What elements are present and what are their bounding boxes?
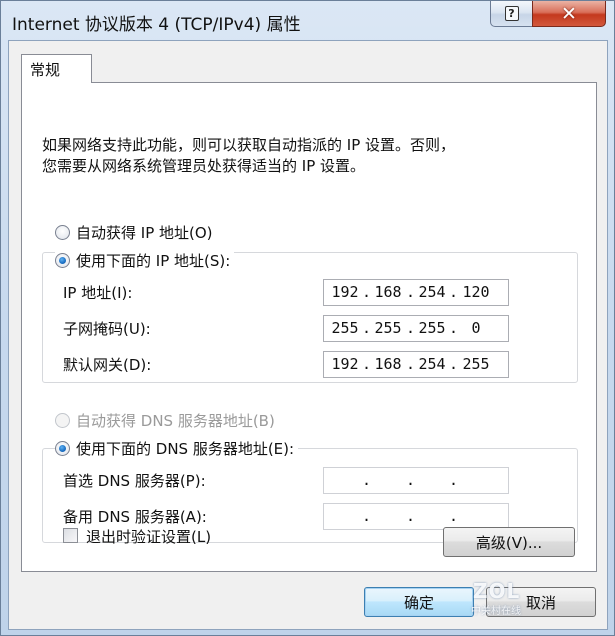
dialog-client-area: 常规 如果网络支持此功能，则可以获取自动指派的 IP 设置。否则， 您需要从网络…	[8, 40, 608, 630]
advanced-button[interactable]: 高级(V)...	[443, 527, 575, 557]
ip-dot: .	[406, 471, 416, 489]
manual-ip-radio-label: 使用下面的 IP 地址(S):	[76, 252, 231, 270]
ok-button[interactable]: 确定	[364, 587, 474, 617]
default-gateway-label: 默认网关(D):	[63, 356, 152, 374]
alternate-dns-label: 备用 DNS 服务器(A):	[63, 508, 207, 526]
ip-octet: 255	[331, 319, 359, 337]
ip-address-input[interactable]: 192 . 168 . 254 . 120	[323, 279, 509, 306]
ip-octet: 254	[418, 355, 446, 373]
manual-ip-radio[interactable]: 使用下面的 IP 地址(S):	[55, 250, 235, 271]
radio-selected-icon	[55, 253, 70, 268]
radio-circle-icon	[55, 225, 70, 240]
description-text: 如果网络支持此功能，则可以获取自动指派的 IP 设置。否则， 您需要从网络系统管…	[42, 135, 455, 177]
ip-dot: .	[449, 319, 459, 337]
ip-dot: .	[362, 507, 372, 525]
ip-octet: 120	[462, 283, 490, 301]
ip-octet: 0	[471, 319, 481, 337]
auto-ip-radio[interactable]: 自动获得 IP 地址(O)	[55, 222, 217, 243]
ip-octet: 255	[462, 355, 490, 373]
auto-dns-radio-label: 自动获得 DNS 服务器地址(B)	[76, 412, 275, 430]
validate-settings-label[interactable]: 退出时验证设置(L)	[86, 526, 211, 547]
subnet-mask-input[interactable]: 255 . 255 . 255 . 0	[323, 315, 509, 342]
ip-octet: 168	[374, 283, 402, 301]
ip-octet: 255	[418, 319, 446, 337]
ip-dot: .	[449, 471, 459, 489]
default-gateway-input[interactable]: 192 . 168 . 254 . 255	[323, 351, 509, 378]
ip-dot: .	[449, 283, 459, 301]
preferred-dns-label: 首选 DNS 服务器(P):	[63, 472, 206, 490]
ip-dot: .	[362, 471, 372, 489]
dialog-window: Internet 协议版本 4 (TCP/IPv4) 属性 ? ✕ 常规 如果网…	[0, 0, 615, 636]
ip-octet: 168	[374, 355, 402, 373]
ip-dot: .	[406, 319, 416, 337]
description-line-2: 您需要从网络系统管理员处获得适当的 IP 设置。	[42, 157, 366, 175]
ip-octet: 192	[331, 283, 359, 301]
ip-octet: 255	[374, 319, 402, 337]
tab-panel-general: 如果网络支持此功能，则可以获取自动指派的 IP 设置。否则， 您需要从网络系统管…	[21, 82, 597, 572]
radio-selected-icon	[55, 441, 70, 456]
manual-dns-radio-label: 使用下面的 DNS 服务器地址(E):	[76, 440, 295, 458]
ip-octet: 254	[418, 283, 446, 301]
subnet-mask-label: 子网掩码(U):	[63, 320, 151, 338]
auto-dns-radio[interactable]: 自动获得 DNS 服务器地址(B)	[55, 410, 279, 431]
ip-dot: .	[362, 319, 372, 337]
close-icon: ✕	[561, 2, 577, 25]
help-icon: ?	[504, 6, 519, 21]
ip-octet: 192	[331, 355, 359, 373]
manual-dns-radio[interactable]: 使用下面的 DNS 服务器地址(E):	[55, 438, 299, 459]
ip-dot: .	[406, 283, 416, 301]
advanced-button-label: 高级(V)...	[475, 533, 543, 552]
radio-circle-icon	[55, 413, 70, 428]
watermark-logo-text: ZOL	[473, 579, 521, 603]
window-title: Internet 协议版本 4 (TCP/IPv4) 属性	[12, 15, 301, 35]
ip-dot: .	[449, 355, 459, 373]
description-line-1: 如果网络支持此功能，则可以获取自动指派的 IP 设置。否则，	[42, 136, 456, 154]
alternate-dns-input[interactable]: . . .	[323, 503, 509, 530]
ip-dot: .	[449, 507, 459, 525]
ip-dot: .	[362, 283, 372, 301]
preferred-dns-input[interactable]: . . .	[323, 467, 509, 494]
ip-dot: .	[362, 355, 372, 373]
title-bar[interactable]: Internet 协议版本 4 (TCP/IPv4) 属性 ? ✕	[1, 1, 614, 41]
auto-ip-radio-label: 自动获得 IP 地址(O)	[76, 224, 213, 242]
ip-address-label: IP 地址(I):	[63, 284, 133, 302]
validate-settings-checkbox[interactable]	[63, 528, 78, 543]
ok-button-label: 确定	[403, 593, 434, 612]
ip-dot: .	[406, 507, 416, 525]
ip-dot: .	[406, 355, 416, 373]
help-button[interactable]: ?	[490, 1, 533, 27]
zol-watermark-logo: ZOL 中关村在线	[471, 579, 531, 617]
close-button[interactable]: ✕	[532, 1, 606, 27]
tab-general-label: 常规	[30, 61, 61, 79]
tab-general[interactable]: 常规	[21, 54, 92, 83]
watermark-sub-text: 中关村在线	[471, 606, 521, 617]
